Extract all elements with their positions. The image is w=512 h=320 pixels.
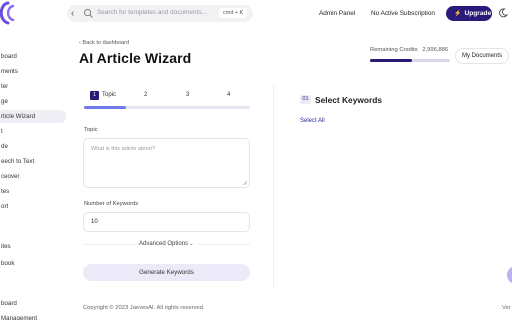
dark-mode-toggle-icon[interactable] [498, 8, 508, 18]
credits-label: Remaining Credits [370, 47, 418, 53]
step-3[interactable]: 3 [186, 90, 189, 100]
column-divider [273, 86, 274, 288]
chevron-left-icon[interactable]: ‹ [71, 7, 74, 20]
upgrade-label: Upgrade [464, 10, 492, 17]
page-title: AI Article Wizard [79, 50, 192, 66]
sidebar-item-chat[interactable]: t [0, 125, 66, 138]
credits-progress-bar [370, 59, 450, 62]
sidebar-item-documents[interactable]: ments [0, 65, 66, 78]
search-shortcut-badge: cmd + K [219, 8, 248, 18]
wizard-progress-fill [84, 106, 126, 109]
sidebar-item-code[interactable]: de [0, 140, 66, 153]
step-2[interactable]: 2 [144, 90, 147, 100]
divider [84, 244, 136, 245]
advanced-options-toggle[interactable]: Advanced Options ⌄ [139, 241, 194, 247]
sidebar-item-favorites[interactable]: ites [0, 240, 66, 253]
sidebar-item-dashboard[interactable]: board [0, 50, 66, 63]
sidebar-item-admin-dashboard[interactable]: board [0, 297, 66, 310]
back-label: Back to dashboard [82, 40, 130, 46]
generate-keywords-button[interactable]: Generate Keywords [83, 264, 250, 281]
divider [198, 244, 250, 245]
sidebar-item-workbook[interactable]: book [0, 257, 66, 270]
sidebar-item-speech-to-text[interactable]: eech to Text [0, 155, 66, 168]
step-4[interactable]: 4 [227, 90, 230, 100]
topic-placeholder: What is this article about? [91, 146, 156, 152]
credits-value: 2,996,886 [422, 47, 449, 53]
search-icon [84, 9, 93, 18]
step-topic[interactable]: 1 Topic [90, 90, 116, 100]
admin-panel-link[interactable]: Admin Panel [319, 8, 355, 20]
advanced-options-label: Advanced Options [139, 241, 189, 247]
chat-assistant-button[interactable] [507, 266, 512, 284]
sidebar-item-voiceover[interactable]: ceover [0, 170, 66, 183]
remaining-credits: Remaining Credits 2,996,886 [370, 47, 448, 53]
topic-textarea[interactable]: What is this article about? [83, 138, 250, 188]
bolt-icon: ⚡ [454, 11, 462, 17]
sidebar-item-management[interactable]: Management [0, 312, 66, 320]
step-number: 1 [90, 91, 99, 100]
resize-grip-icon[interactable] [242, 180, 247, 185]
my-documents-button[interactable]: My Documents [455, 48, 509, 64]
sidebar-item-support[interactable]: ort [0, 200, 66, 213]
sidebar-item-article-wizard[interactable]: rticle Wizard [0, 110, 66, 123]
footer-version: Ver [502, 305, 511, 311]
credits-progress-fill [370, 59, 412, 62]
chevron-down-icon: ⌄ [188, 241, 194, 247]
sidebar-item-writer[interactable]: ter [0, 80, 66, 93]
select-all-link[interactable]: Select All [300, 118, 325, 124]
footer-copyright: Copyright © 2023 JaevesAI. All rights re… [83, 305, 205, 311]
wizard-progress-bar [84, 106, 250, 109]
select-keywords-title: Select Keywords [315, 95, 383, 105]
subscription-status[interactable]: No Active Subscription [371, 8, 435, 20]
section-number-badge: 01 [300, 95, 311, 104]
sidebar-item-image[interactable]: ge [0, 95, 66, 108]
keywords-count-input[interactable]: 10 [83, 212, 250, 232]
top-bar: ‹ Search for templates and documents... … [0, 0, 512, 28]
upgrade-button[interactable]: ⚡ Upgrade [446, 6, 492, 21]
step-label: Topic [102, 92, 117, 98]
wizard-steps: 1 Topic 2 3 4 [84, 90, 250, 102]
back-to-dashboard-link[interactable]: ‹ Back to dashboard [79, 40, 129, 46]
keywords-count-label: Number of Keywords [84, 201, 139, 207]
search-input[interactable]: Search for templates and documents... [97, 9, 207, 16]
topic-label: Topic [84, 127, 98, 133]
sidebar-item-templates[interactable]: tes [0, 185, 66, 198]
